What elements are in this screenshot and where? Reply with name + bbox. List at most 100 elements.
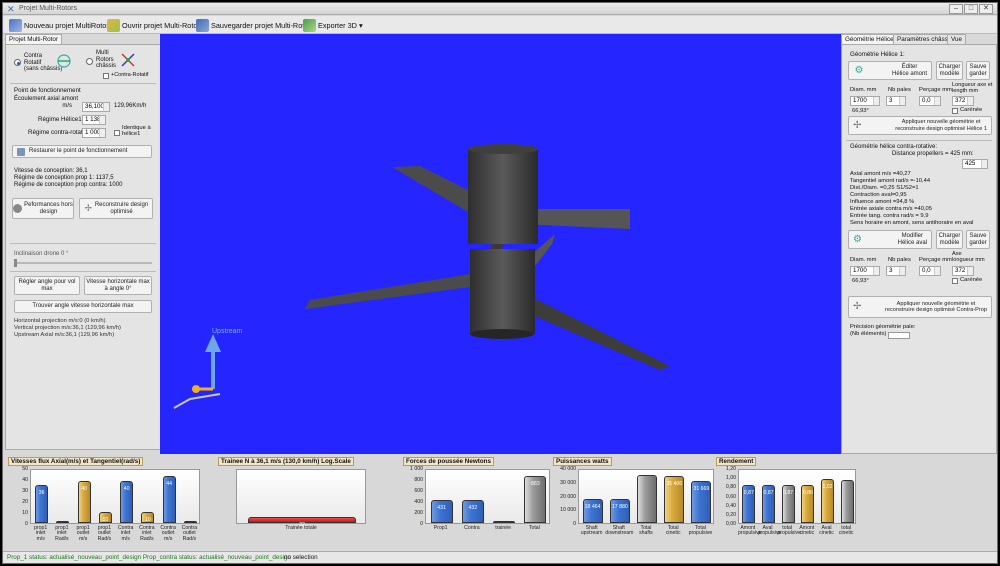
x-tick-label: Total shafts [639,525,653,537]
close-button[interactable]: ✕ [979,4,993,14]
x-tick-label: prop1 outlet Rad/s [97,525,112,542]
export-3d-button[interactable]: Exporter 3D ▾ [303,18,363,32]
charger-modele-button[interactable]: Charger modèle [936,61,963,80]
y-tick-label: 40 000 [560,466,576,472]
y-tick-label: 30 [22,488,28,494]
bar-value-label: 0,87 [743,489,754,496]
radio-contra-rotatif[interactable] [14,59,21,66]
x-tick-label: prop1 inlet Rad/s [55,525,69,542]
y-tick-label: 1 000 [410,466,423,472]
apply-helice1-button[interactable]: ✢ Appliquer nouvelle géométrie et recons… [848,116,992,135]
chart-1: Vitesses flux Axial(m/s) et Tangentiel(r… [8,457,203,548]
distance-input[interactable]: 425 [962,159,988,169]
trouver-angle-button[interactable]: Trouver angle vitesse horizontale max [14,300,152,313]
bar-value-label: 18 464 [584,503,601,510]
export-3d-icon [303,18,316,32]
h2-pales-input[interactable]: 3 [886,266,906,276]
h2-carenee-checkbox[interactable] [952,278,958,284]
chart-bar: 22 [248,516,356,528]
y-tick-label: 200 [414,510,423,516]
tab-geometrie-helices[interactable]: Géométrie Hélices [841,34,901,44]
chart-title: Trainee N à 36,1 m/s (130,0 km/h) Log.Sc… [218,457,354,466]
chart-plot-area: 18 464 17 880 35 406 31 669 [578,469,714,524]
y-tick-label: 0,80 [725,484,736,491]
identique-checkbox[interactable] [114,130,120,136]
h1-diam-input[interactable]: 1700 [850,96,880,106]
ecoulement-input[interactable]: 36,100 [82,102,110,112]
chart-2: Trainee N à 36,1 m/s (130,0 km/h) Log.Sc… [218,457,368,548]
chart-bar: 40 [77,480,91,523]
h2-percage-input[interactable]: 0,0 [919,266,941,276]
regime-helice-input[interactable]: 1 138 [82,115,106,125]
inclinaison-slider-thumb[interactable] [14,259,17,267]
y-tick-label: 0 [573,521,576,527]
contra-rotatif-label: +Contra-Rotatif [111,72,149,78]
y-tick-label: 30 000 [560,479,576,486]
contra-title: Géométrie hélice contra-rotative: [850,144,938,150]
y-tick-label: 1,20 [725,466,736,472]
chart-3: Forces de poussée Newtons 431 432 883 1 000 8… [403,457,553,548]
h1-pales-input[interactable]: 3 [886,96,906,106]
performances-hors-design-button[interactable]: Peformances hors design [12,198,74,219]
minimize-button[interactable]: – [949,4,963,14]
contra-rotor-icon [57,54,71,68]
regime-contra-input[interactable]: 1 000 [82,128,106,138]
lower-hub [470,249,535,334]
bar-value-label: 883 [531,481,540,488]
restaurer-button[interactable]: Restaurer le point de fonctionnement [12,145,152,158]
regler-angle-button[interactable]: Régler angle pour vol max [14,276,80,295]
radio-multi-rotors[interactable] [86,58,93,65]
status-text: Prop_1 status: actualisé_nouveau_point_d… [7,554,291,561]
axis-ground-marker [173,393,221,409]
apply-contra-button[interactable]: ✢ Appliquer nouvelle géométrie et recons… [848,296,992,318]
lower-blade-right [525,296,670,370]
h2-diam-input[interactable]: 1700 [850,266,880,276]
upper-blade-left [392,166,472,212]
x-tick-label: Prop1 [433,525,448,531]
vitesse-horizontale-button[interactable]: Vitesse horizontale max à angle 0° [84,276,152,295]
charger-modele-aval-button[interactable]: Charger modèle [936,230,963,249]
bar-value-label: 10 [144,517,151,524]
3d-viewport[interactable]: Upstream [160,34,841,454]
y-tick-label: 0,60 [725,493,736,500]
modifier-helice-aval-button[interactable]: ⚙ Modifier Hélice aval [848,230,932,249]
h1-carenee-checkbox[interactable] [952,108,958,114]
new-project-button[interactable]: Nouveau projet MultiRotor [9,18,109,32]
sauvegarder-button[interactable]: Sauve garder [966,61,990,80]
chart-bar: 0,86 [801,485,815,523]
save-project-button[interactable]: Sauvegarder projet Multi-Rotors [196,18,314,32]
x-tick-label: Contra inlet m/s [117,525,134,542]
chart-bar [637,474,657,523]
upstream-label: Upstream [212,328,243,335]
editer-helice-button[interactable]: ⚙ Éditer Hélice amont [848,61,932,80]
chevron-down-icon: ▾ [358,20,363,30]
left-panel: Contra Rotatif (sans châssis) Multi Roto… [5,44,161,450]
chart-bar: 18 464 [582,498,603,523]
reconstruire-design-button[interactable]: ✢ Reconstruire design optimisé [79,198,153,219]
inclinaison-label: Inclinaison drone 0 ° [14,251,69,257]
maximize-button[interactable]: □ [964,4,978,14]
sauvegarder-aval-button[interactable]: Sauve garder [966,230,990,249]
x-tick-label: Amont cinetic [799,525,815,537]
tab-projet-multi-rotor[interactable]: Projet Multi-Rotor [5,34,62,44]
chart-bar: 17 880 [609,499,630,523]
propeller-icon: ✢ [853,301,862,312]
inclinaison-slider[interactable] [14,262,152,264]
h1-longueur-input[interactable]: 372 [952,96,974,106]
gauge-icon [13,204,23,213]
contra-rotatif-checkbox[interactable] [103,73,109,79]
propeller-3d-model [173,144,670,409]
y-tick-label: 10 000 [560,507,576,514]
main-window: ✕ Projet Multi-Rotors – □ ✕ Nouveau proj… [2,2,998,564]
x-tick-label: Shaft upstream [580,525,603,537]
h1-angle: 66,93° [852,108,869,114]
col-percage-label-2: Perçage mm [919,257,952,263]
window-title: Projet Multi-Rotors [19,5,77,12]
h2-longueur-input[interactable]: 372 [952,266,974,276]
h1-percage-input[interactable]: 0,0 [919,96,941,106]
tab-vue[interactable]: Vue [947,34,966,44]
open-project-button[interactable]: Ouvrir projet Multi-Rotors [107,18,204,32]
chart-bar: 883 [524,476,547,523]
precision-select[interactable] [888,332,910,339]
ecoulement-label: Écoulement axial amont m/s [14,96,79,109]
